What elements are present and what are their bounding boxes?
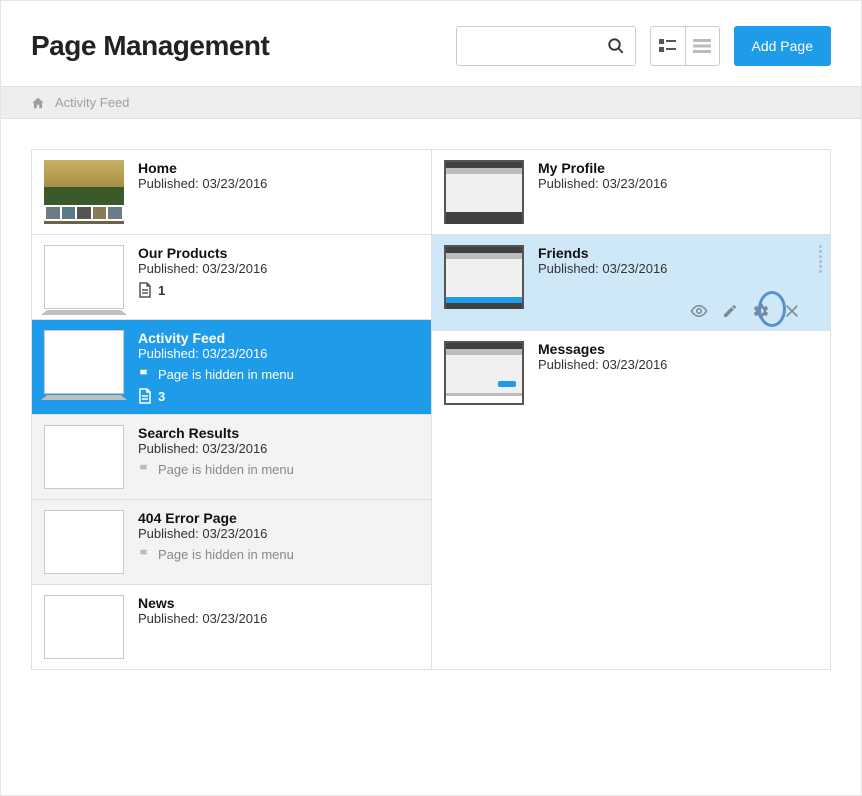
add-page-button[interactable]: Add Page <box>734 26 832 66</box>
pencil-icon[interactable] <box>722 303 738 319</box>
close-icon[interactable] <box>784 303 800 319</box>
list-view-icon <box>693 39 711 53</box>
page-card-home[interactable]: Home Published: 03/23/2016 <box>32 150 431 235</box>
page-name: Activity Feed <box>138 330 419 346</box>
page-name: News <box>138 595 419 611</box>
page-published: Published: 03/23/2016 <box>138 176 419 191</box>
gear-icon[interactable] <box>752 302 770 320</box>
page-card-search-results[interactable]: Search Results Published: 03/23/2016 Pag… <box>32 415 431 500</box>
search <box>456 26 636 66</box>
page-title: Page Management <box>31 30 269 62</box>
hidden-in-menu: Page is hidden in menu <box>138 547 419 562</box>
page-published: Published: 03/23/2016 <box>538 261 818 276</box>
page-published: Published: 03/23/2016 <box>538 357 818 372</box>
flag-icon <box>138 463 152 477</box>
breadcrumb-label[interactable]: Activity Feed <box>55 95 129 110</box>
page-thumbnail <box>44 595 124 659</box>
search-button[interactable] <box>596 26 636 66</box>
page-info: News Published: 03/23/2016 <box>138 595 419 659</box>
hidden-in-menu: Page is hidden in menu <box>138 462 419 477</box>
view-toggle <box>650 26 720 66</box>
child-count: 1 <box>138 282 419 298</box>
page-name: My Profile <box>538 160 818 176</box>
page-name: Search Results <box>138 425 419 441</box>
page-published: Published: 03/23/2016 <box>138 526 419 541</box>
page-thumbnail <box>44 510 124 574</box>
page-info: Our Products Published: 03/23/2016 1 <box>138 245 419 309</box>
page-thumbnail <box>44 425 124 489</box>
page-thumbnail <box>44 330 124 394</box>
page-card-news[interactable]: News Published: 03/23/2016 <box>32 585 431 669</box>
page-info: My Profile Published: 03/23/2016 <box>538 160 818 224</box>
page-thumbnail <box>444 245 524 309</box>
page-published: Published: 03/23/2016 <box>138 611 419 626</box>
hidden-in-menu: Page is hidden in menu <box>138 367 419 382</box>
page-name: Friends <box>538 245 818 261</box>
page-info: 404 Error Page Published: 03/23/2016 Pag… <box>138 510 419 574</box>
page-info: Search Results Published: 03/23/2016 Pag… <box>138 425 419 489</box>
page-info: Messages Published: 03/23/2016 <box>538 341 818 405</box>
page-card-our-products[interactable]: Our Products Published: 03/23/2016 1 <box>32 235 431 320</box>
cards-view-icon <box>659 39 677 53</box>
page-name: Messages <box>538 341 818 357</box>
page-published: Published: 03/23/2016 <box>538 176 818 191</box>
page-count-icon <box>138 388 152 404</box>
page-card-404[interactable]: 404 Error Page Published: 03/23/2016 Pag… <box>32 500 431 585</box>
page-info: Activity Feed Published: 03/23/2016 Page… <box>138 330 419 404</box>
flag-icon <box>138 368 152 382</box>
page-thumbnail <box>44 245 124 309</box>
header: Page Management Add Page <box>1 1 861 86</box>
flag-icon <box>138 548 152 562</box>
page-card-messages[interactable]: Messages Published: 03/23/2016 <box>432 331 830 415</box>
page-published: Published: 03/23/2016 <box>138 261 419 276</box>
breadcrumb: Activity Feed <box>1 86 861 119</box>
search-icon <box>607 37 625 55</box>
page-card-activity-feed[interactable]: Activity Feed Published: 03/23/2016 Page… <box>32 320 431 415</box>
page-published: Published: 03/23/2016 <box>138 346 419 361</box>
column-right: My Profile Published: 03/23/2016 Friends… <box>431 150 830 669</box>
page-thumbnail <box>44 160 124 224</box>
eye-icon[interactable] <box>690 302 708 320</box>
content: Home Published: 03/23/2016 Our Products … <box>1 119 861 700</box>
home-icon <box>31 96 45 110</box>
page-count-icon <box>138 282 152 298</box>
header-actions: Add Page <box>456 26 832 66</box>
drag-handle[interactable] <box>819 245 822 273</box>
child-count: 3 <box>138 388 419 404</box>
page-name: 404 Error Page <box>138 510 419 526</box>
card-actions <box>690 302 800 320</box>
page-name: Our Products <box>138 245 419 261</box>
page-card-my-profile[interactable]: My Profile Published: 03/23/2016 <box>432 150 830 235</box>
page-info: Home Published: 03/23/2016 <box>138 160 419 224</box>
page-name: Home <box>138 160 419 176</box>
page-management-app: Page Management Add Page Activity Feed <box>0 0 862 796</box>
page-thumbnail <box>444 341 524 405</box>
page-thumbnail <box>444 160 524 224</box>
column-left: Home Published: 03/23/2016 Our Products … <box>32 150 431 669</box>
page-card-friends[interactable]: Friends Published: 03/23/2016 <box>432 235 830 331</box>
page-published: Published: 03/23/2016 <box>138 441 419 456</box>
page-grid: Home Published: 03/23/2016 Our Products … <box>31 149 831 670</box>
view-toggle-cards[interactable] <box>651 27 685 65</box>
view-toggle-list[interactable] <box>685 27 719 65</box>
